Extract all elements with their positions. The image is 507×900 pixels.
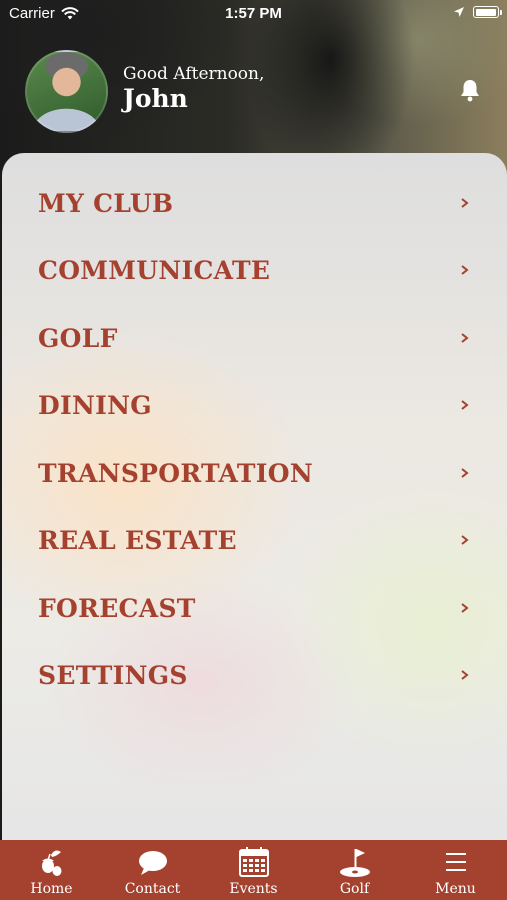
menu-item-real-estate[interactable]: REAL ESTATE [2,510,507,570]
user-name: John [123,84,188,113]
tab-menu[interactable]: Menu [405,840,506,900]
menu-item-communicate[interactable]: COMMUNICATE [2,240,507,300]
menu-item-dining[interactable]: DINING [2,375,507,435]
menu-item-label: TRANSPORTATION [38,458,313,488]
tab-golf[interactable]: Golf [304,840,405,900]
bell-icon[interactable] [459,78,481,102]
chat-bubble-icon [138,851,167,875]
chevron-right-icon [461,535,469,545]
tab-label: Events [229,881,278,897]
clock: 1:57 PM [225,5,282,22]
tab-label: Menu [435,881,476,897]
location-arrow-icon [454,7,464,17]
hamburger-menu-icon [445,853,466,871]
menu-item-settings[interactable]: SETTINGS [2,645,507,705]
menu-item-my-club[interactable]: MY CLUB [2,173,507,233]
chevron-right-icon [461,400,469,410]
status-bar: Carrier 1:57 PM [0,0,507,28]
tab-label: Home [30,881,73,897]
avatar[interactable] [25,50,108,133]
menu-item-label: MY CLUB [38,188,174,218]
battery-icon [473,6,502,18]
menu-item-label: GOLF [38,323,118,353]
menu-item-label: DINING [38,390,152,420]
profile-header: Good Afternoon, John [0,48,507,138]
tab-label: Contact [124,881,181,897]
home-acorn-icon [41,850,61,876]
tab-events[interactable]: Events [203,840,304,900]
chevron-right-icon [461,670,469,680]
bottom-tab-bar: Home Contact Events Golf Menu [0,840,507,900]
chevron-right-icon [461,198,469,208]
greeting-text: Good Afternoon, [123,64,265,84]
chevron-right-icon [461,603,469,613]
menu-item-label: SETTINGS [38,660,188,690]
menu-panel: MY CLUB COMMUNICATE GOLF DINING TRANSPOR… [2,153,507,841]
menu-item-label: REAL ESTATE [38,525,237,555]
tab-home[interactable]: Home [1,840,102,900]
menu-item-transportation[interactable]: TRANSPORTATION [2,443,507,503]
menu-item-golf[interactable]: GOLF [2,308,507,368]
calendar-icon [238,847,269,877]
menu-item-label: COMMUNICATE [38,255,271,285]
golf-flag-icon [339,849,370,877]
chevron-right-icon [461,468,469,478]
chevron-right-icon [461,265,469,275]
tab-label: Golf [339,881,370,897]
chevron-right-icon [461,333,469,343]
menu-item-label: FORECAST [38,593,196,623]
menu-item-forecast[interactable]: FORECAST [2,578,507,638]
tab-contact[interactable]: Contact [102,840,203,900]
